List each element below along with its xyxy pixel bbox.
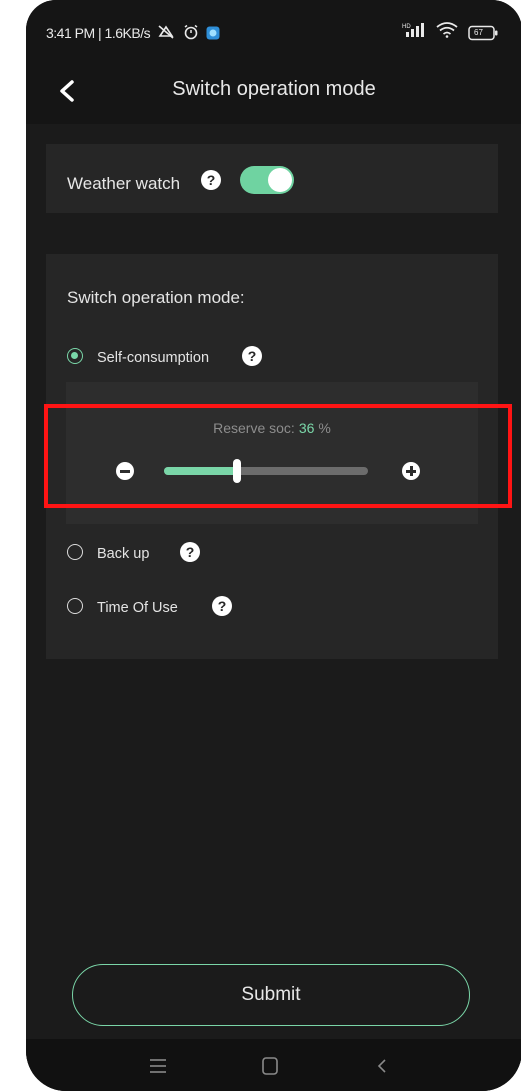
weather-watch-help-icon[interactable]: ? bbox=[201, 170, 221, 190]
option-time-of-use[interactable]: Time Of Use bbox=[67, 596, 217, 620]
reserve-soc-panel: Reserve soc: 36% bbox=[66, 382, 478, 524]
reserve-soc-slider[interactable] bbox=[164, 459, 368, 483]
page-title: Switch operation mode bbox=[172, 78, 376, 100]
operation-mode-card: Switch operation mode: Self-consumption … bbox=[46, 254, 498, 659]
option-self-consumption[interactable]: Self-consumption bbox=[67, 346, 267, 370]
reserve-soc-unit: % bbox=[318, 420, 331, 436]
reserve-soc-value: 36 bbox=[298, 420, 315, 436]
back-up-help-icon[interactable]: ? bbox=[180, 542, 200, 562]
reserve-soc-label: Reserve soc: bbox=[213, 420, 295, 436]
toggle-knob bbox=[268, 168, 292, 192]
system-nav-bar bbox=[26, 1039, 521, 1091]
radio-back-up[interactable] bbox=[67, 544, 83, 560]
status-time-speed: 3:41 PM | 1.6KB/s bbox=[46, 25, 151, 41]
status-bar-right: HD 67 bbox=[402, 22, 498, 43]
status-bar: 3:41 PM | 1.6KB/s HD 67 bbox=[26, 0, 521, 58]
app-notification-icon bbox=[206, 26, 220, 43]
signal-icon: HD bbox=[402, 22, 426, 43]
svg-text:HD: HD bbox=[402, 24, 411, 30]
slider-fill bbox=[164, 467, 238, 475]
menu-icon[interactable] bbox=[146, 1055, 170, 1077]
weather-watch-label: Weather watch bbox=[67, 174, 181, 193]
wifi-icon bbox=[436, 22, 458, 43]
decrease-soc-button[interactable] bbox=[116, 462, 134, 480]
option-label: Time Of Use bbox=[97, 600, 178, 616]
weather-watch-toggle[interactable] bbox=[240, 166, 294, 194]
weather-watch-card: Weather watch ? bbox=[46, 144, 498, 213]
battery-level: 67 bbox=[474, 27, 483, 37]
radio-time-of-use[interactable] bbox=[67, 598, 83, 614]
self-consumption-help-icon[interactable]: ? bbox=[242, 346, 262, 366]
time-of-use-help-icon[interactable]: ? bbox=[212, 596, 232, 616]
slider-thumb[interactable] bbox=[233, 459, 242, 483]
reserve-soc-readout: Reserve soc: 36% bbox=[66, 420, 478, 436]
home-icon[interactable] bbox=[258, 1055, 282, 1077]
submit-button[interactable]: Submit bbox=[72, 964, 470, 1026]
option-label: Self-consumption bbox=[97, 350, 210, 366]
option-back-up[interactable]: Back up bbox=[67, 542, 187, 566]
operation-mode-title: Switch operation mode: bbox=[67, 288, 245, 307]
increase-soc-button[interactable] bbox=[402, 462, 420, 480]
phone-screen: 3:41 PM | 1.6KB/s HD 67 Switch operation… bbox=[26, 0, 521, 1091]
radio-self-consumption[interactable] bbox=[67, 348, 83, 364]
option-label: Back up bbox=[97, 546, 150, 562]
muted-alarm-icon bbox=[157, 24, 175, 43]
alarm-clock-icon bbox=[183, 24, 199, 43]
back-icon[interactable] bbox=[370, 1055, 394, 1077]
status-bar-left: 3:41 PM | 1.6KB/s bbox=[46, 24, 220, 43]
title-bar: Switch operation mode bbox=[26, 58, 521, 124]
battery-icon: 67 bbox=[468, 25, 498, 41]
